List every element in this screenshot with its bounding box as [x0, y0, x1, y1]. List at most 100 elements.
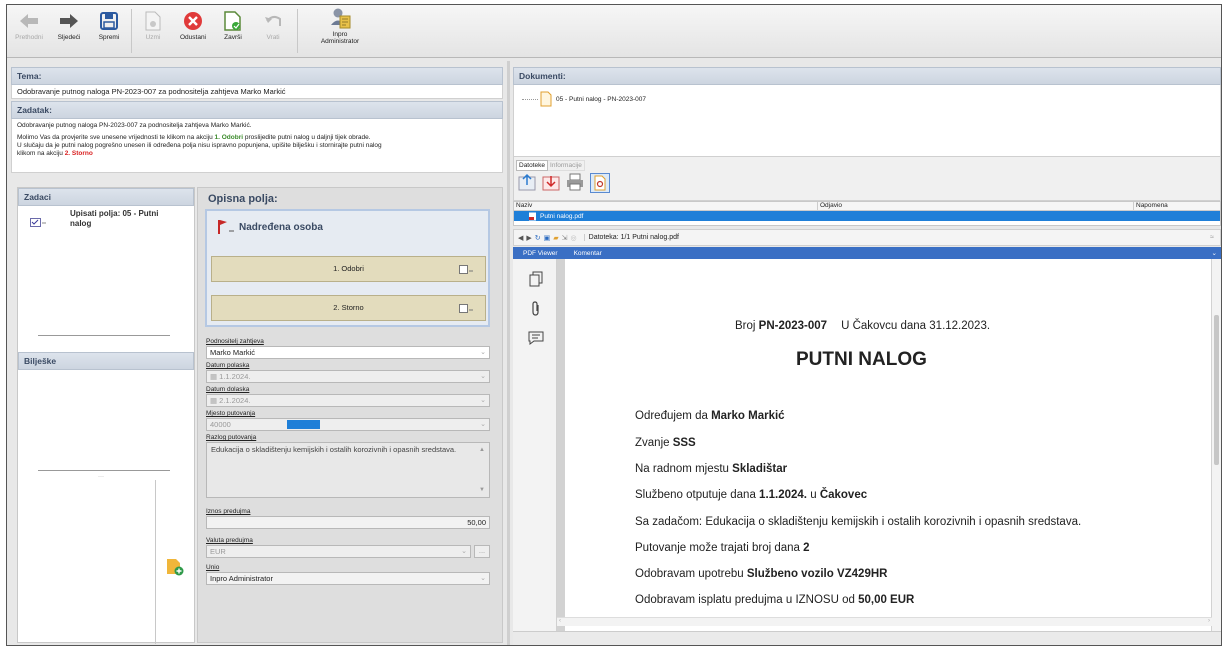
dokumenti-header: Dokumenti:	[513, 67, 1221, 85]
refresh-icon[interactable]: ↻	[535, 234, 541, 242]
chevron-down-icon[interactable]: ⌄	[1212, 249, 1217, 257]
preview-icon[interactable]	[590, 173, 610, 193]
opisna-header: Opisna polja:	[208, 193, 278, 205]
folder-icon[interactable]: ▰	[553, 234, 558, 242]
tema-text: Odobravanje putnog naloga PN-2023-007 za…	[11, 85, 503, 99]
razlog-textarea[interactable]: Edukacija o skladištenju kemijskih i ost…	[206, 442, 490, 498]
cancel-button[interactable]: Odustani	[175, 7, 211, 55]
next-button[interactable]: Sljedeći	[51, 7, 87, 55]
scroll-right-icon[interactable]: ›	[1208, 618, 1210, 624]
previous-button[interactable]: Prethodni	[11, 7, 47, 55]
doc-line-6: Putovanje može trajati broj dana 2	[635, 542, 810, 554]
horizontal-scrollbar[interactable]: ‹ ›	[557, 617, 1212, 626]
storno-button[interactable]: 2. Storno	[211, 295, 486, 321]
scroll-up-icon[interactable]: ▲	[479, 445, 485, 455]
column-odjavio[interactable]: Odjavio	[818, 202, 1134, 210]
person-flag-icon	[218, 220, 234, 234]
task-icon	[30, 218, 46, 227]
unio-field[interactable]: Inpro Administrator ⌄	[206, 572, 490, 585]
doc-line-1: Određujem da Marko Markić	[635, 410, 785, 422]
save-icon	[98, 10, 120, 32]
upload-icon[interactable]	[518, 173, 536, 191]
document-tree: 05 - Putni nalog - PN-2023-007	[513, 85, 1221, 157]
valuta-field[interactable]: EUR ⌄	[206, 545, 471, 558]
table-header: Naziv Odjavio Napomena	[514, 202, 1220, 211]
pages-icon[interactable]	[529, 271, 543, 287]
column-naziv[interactable]: Naziv	[514, 202, 818, 210]
podnositelj-field[interactable]: Marko Markić ⌄	[206, 346, 490, 359]
attachment-icon[interactable]	[530, 301, 542, 317]
forward-icon[interactable]: ▶	[526, 234, 531, 242]
column-napomena[interactable]: Napomena	[1134, 202, 1220, 210]
add-note-icon[interactable]	[166, 558, 184, 576]
toolbar: Prethodni Sljedeći Spremi Uzmi Odustani	[7, 5, 1221, 58]
toolbar-separator	[131, 9, 132, 53]
settings-icon[interactable]: ◎	[571, 234, 577, 242]
doc-line-5: Sa zadačom: Edukacija o skladištenju kem…	[635, 516, 1082, 528]
splitter-grip: ···	[98, 474, 104, 480]
zadatak-header: Zadatak:	[11, 101, 503, 119]
checkbox-icon	[459, 304, 473, 313]
doc-broj-line: Broj PN-2023-007 U Čakovcu dana 31.12.202…	[735, 320, 991, 332]
scroll-down-icon[interactable]: ▼	[479, 485, 485, 495]
valuta-browse-button[interactable]: ...	[474, 545, 490, 558]
vertical-splitter[interactable]	[507, 61, 510, 645]
doc-line-3: Na radnom mjestu Skladištar	[635, 463, 788, 475]
viewer-tabbar: PDF Viewer Komentar ⌄	[513, 247, 1221, 259]
user-button[interactable]: Inpro Administrator	[299, 7, 381, 55]
status-bar	[513, 631, 1221, 645]
doc-title: PUTNI NALOG	[796, 349, 927, 370]
tab-informacije[interactable]: Informacije	[548, 160, 585, 171]
biljeske-header: Bilješke	[18, 352, 194, 370]
tab-komentar[interactable]: Komentar	[574, 250, 602, 257]
splitter[interactable]	[38, 335, 170, 336]
arrow-right-icon	[58, 10, 80, 32]
undo-icon	[262, 10, 284, 32]
save-icon[interactable]: ▣	[544, 234, 551, 242]
scrollbar-thumb[interactable]	[1214, 315, 1219, 465]
datum-dolaska-field[interactable]: ▦ 2.1.2024. ⌄	[206, 394, 490, 407]
doc-line-8: Odobravam isplatu predujma u IZNOSU od 5…	[635, 594, 915, 606]
export-icon[interactable]: ⇲	[562, 234, 568, 242]
odobri-button[interactable]: 1. Odobri	[211, 256, 486, 282]
doc-line-4: Službeno otputuje dana 1.1.2024. u Čakov…	[635, 489, 868, 501]
collapse-icon[interactable]: ≈	[1210, 234, 1214, 241]
cancel-icon	[182, 10, 204, 32]
take-button[interactable]: Uzmi	[135, 7, 171, 55]
file-table: Naziv Odjavio Napomena Putni nalog.pdf	[513, 201, 1221, 226]
save-button[interactable]: Spremi	[91, 7, 127, 55]
back-icon[interactable]: ◀	[518, 234, 523, 242]
document-icon	[540, 91, 552, 107]
vertical-scrollbar[interactable]	[1212, 259, 1221, 631]
comment-icon[interactable]	[528, 331, 544, 345]
doc-line-2: Zvanje SSS	[635, 437, 696, 449]
tab-datoteke[interactable]: Datoteke	[516, 160, 549, 171]
datum-polaska-field[interactable]: ▦ 1.1.2024. ⌄	[206, 370, 490, 383]
tab-pdf-viewer[interactable]: PDF Viewer	[523, 250, 558, 257]
tree-item[interactable]: 05 - Putni nalog - PN-2023-007	[540, 91, 646, 107]
zadaci-panel: Zadaci Upisati polja: 05 - Putni nalog B…	[17, 187, 195, 644]
mjesto-field[interactable]: 40000 Čakovec ⌄	[206, 418, 490, 431]
task-item[interactable]: Upisati polja: 05 - Putni nalog	[18, 206, 194, 246]
calendar-icon: ▦	[210, 396, 220, 405]
splitter[interactable]	[38, 470, 170, 471]
divider	[155, 480, 156, 644]
zadaci-header: Zadaci	[18, 188, 194, 206]
action-group: Nadređena osoba 1. Odobri 2. Storno	[205, 209, 490, 327]
zadatak-text: Odobravanje putnog naloga PN-2023-007 za…	[11, 119, 503, 173]
user-icon	[329, 7, 351, 29]
checkbox-icon	[459, 265, 473, 274]
iznos-field[interactable]: 50,00	[206, 516, 490, 529]
pdf-navbar: ◀ ▶ ↻ ▣ ▰ ⇲ ◎ Datoteka: 1/1 Putni nalog.…	[513, 229, 1221, 246]
download-icon[interactable]	[542, 173, 560, 191]
application-window: Prethodni Sljedeći Spremi Uzmi Odustani	[6, 4, 1222, 646]
pdf-nav-text: Datoteka: 1/1 Putni nalog.pdf	[583, 234, 679, 241]
table-row[interactable]: Putni nalog.pdf	[514, 211, 1220, 221]
toolbar-separator	[297, 9, 298, 53]
pdf-file-icon	[529, 212, 536, 220]
finish-icon	[222, 10, 244, 32]
scroll-left-icon[interactable]: ‹	[559, 618, 561, 624]
print-icon[interactable]	[566, 173, 584, 191]
undo-button[interactable]: Vrati	[255, 7, 291, 55]
finish-button[interactable]: Završi	[215, 7, 251, 55]
